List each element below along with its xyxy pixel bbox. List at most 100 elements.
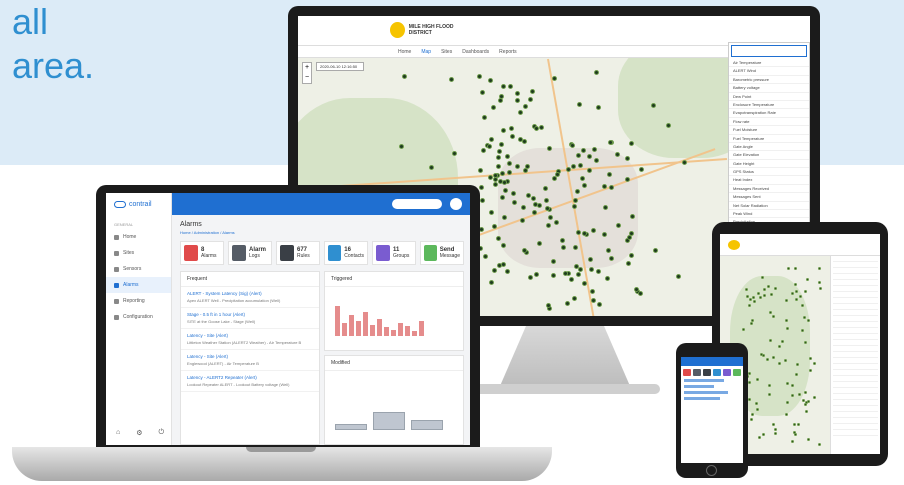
map-marker[interactable] <box>581 280 587 286</box>
map-marker[interactable] <box>794 297 798 301</box>
map-marker[interactable] <box>501 215 507 221</box>
map-marker[interactable] <box>749 418 753 422</box>
gear-icon[interactable] <box>703 369 711 376</box>
stat-tile[interactable]: 16 Contacts <box>324 241 368 265</box>
bell-icon[interactable] <box>683 369 691 376</box>
sidebar-item-reporting[interactable]: Reporting <box>106 293 171 309</box>
list-item[interactable] <box>833 430 878 436</box>
search-input[interactable] <box>392 199 442 209</box>
sidebar-logo[interactable]: contrail <box>106 193 171 216</box>
map-marker[interactable] <box>482 115 488 121</box>
map-marker[interactable] <box>492 267 498 273</box>
map-marker[interactable] <box>573 263 579 269</box>
map-marker[interactable] <box>571 296 577 302</box>
map-marker[interactable] <box>572 245 578 251</box>
dropdown-option[interactable]: Flow rate <box>729 118 809 127</box>
map-marker[interactable] <box>576 102 582 108</box>
map-marker[interactable] <box>608 255 614 261</box>
map-marker[interactable] <box>741 327 745 331</box>
map-marker[interactable] <box>759 352 763 356</box>
sidebar-item-alarms[interactable]: Alarms <box>106 277 171 293</box>
map-marker[interactable] <box>608 140 614 146</box>
map-marker[interactable] <box>575 229 581 235</box>
map-marker[interactable] <box>605 276 611 282</box>
dropdown-option[interactable]: Gate Height <box>729 160 809 169</box>
stat-tile[interactable]: 677 Rules <box>276 241 320 265</box>
map-marker[interactable] <box>514 90 520 96</box>
sidebar-item-sensors[interactable]: Sensors <box>106 261 171 277</box>
map-marker[interactable] <box>504 269 510 275</box>
map-marker[interactable] <box>624 177 630 183</box>
map-marker[interactable] <box>481 148 487 154</box>
map-marker[interactable] <box>798 294 802 298</box>
map-marker[interactable] <box>590 227 596 233</box>
dropdown-option[interactable]: Heat Index <box>729 176 809 185</box>
map-marker[interactable] <box>536 202 542 208</box>
list-item[interactable]: ALERT - System Latency (Sig) (Alert) Apex… <box>181 287 319 308</box>
map-marker[interactable] <box>754 401 758 405</box>
stat-tile[interactable]: Send Message <box>420 241 464 265</box>
map-marker[interactable] <box>499 142 505 148</box>
phone-list-item[interactable] <box>684 385 714 388</box>
map-marker[interactable] <box>525 192 531 198</box>
map-marker[interactable] <box>527 274 533 280</box>
map-marker[interactable] <box>448 76 454 82</box>
map-marker[interactable] <box>751 296 755 300</box>
map-marker[interactable] <box>515 97 521 103</box>
nav-home[interactable]: Home <box>398 49 411 55</box>
settings-icon[interactable]: ⚙ <box>136 429 142 437</box>
map-marker[interactable] <box>492 182 498 188</box>
map-marker[interactable] <box>479 198 485 204</box>
map-marker[interactable] <box>550 272 556 278</box>
map-marker[interactable] <box>586 167 592 173</box>
alarm-title[interactable]: Latency - Site (Alert) <box>187 333 313 338</box>
map-marker[interactable] <box>486 143 492 149</box>
map-marker[interactable] <box>596 269 602 275</box>
map-marker[interactable] <box>807 318 811 322</box>
map-marker[interactable] <box>762 433 766 437</box>
map-marker[interactable] <box>804 410 808 414</box>
map-marker[interactable] <box>533 125 539 131</box>
map-marker[interactable] <box>501 84 507 90</box>
map-marker[interactable] <box>787 266 791 270</box>
map-marker[interactable] <box>771 423 775 427</box>
map-marker[interactable] <box>792 423 796 427</box>
map-marker[interactable] <box>577 162 583 168</box>
map-marker[interactable] <box>628 253 634 259</box>
map-marker[interactable] <box>803 290 807 294</box>
map-marker[interactable] <box>559 237 565 243</box>
map-marker[interactable] <box>774 428 778 432</box>
map-marker[interactable] <box>800 303 804 307</box>
phone-list-item[interactable] <box>684 391 728 394</box>
map-marker[interactable] <box>451 150 457 156</box>
power-icon[interactable]: ⏻ <box>159 429 165 437</box>
map-marker[interactable] <box>650 102 656 108</box>
map-marker[interactable] <box>576 272 582 278</box>
map-marker[interactable] <box>624 156 630 162</box>
list-item[interactable]: Latency - Site (Alert) Englewood (ALERT) … <box>181 350 319 371</box>
map-marker[interactable] <box>564 300 570 306</box>
map-marker[interactable] <box>629 141 635 147</box>
map-marker[interactable] <box>590 298 596 304</box>
map-marker[interactable] <box>784 412 788 416</box>
map-marker[interactable] <box>817 280 821 284</box>
map-marker[interactable] <box>478 168 483 174</box>
map-marker[interactable] <box>497 98 503 104</box>
map-marker[interactable] <box>554 172 560 178</box>
map-marker[interactable] <box>790 383 794 387</box>
map-marker[interactable] <box>553 220 559 226</box>
map-marker[interactable] <box>488 136 494 142</box>
map-marker[interactable] <box>496 155 502 161</box>
map-marker[interactable] <box>521 248 527 254</box>
map-marker[interactable] <box>552 76 558 82</box>
dropdown-option[interactable]: Battery voltage <box>729 84 809 93</box>
map-marker[interactable] <box>489 279 495 285</box>
map-marker[interactable] <box>534 271 540 277</box>
map-marker[interactable] <box>545 303 551 309</box>
map-marker[interactable] <box>747 304 751 308</box>
list-item[interactable]: Latency - Site (Alert) Littleton Weather … <box>181 329 319 350</box>
map-marker[interactable] <box>747 380 751 384</box>
map-marker[interactable] <box>477 73 483 79</box>
nav-map[interactable]: Map <box>421 49 431 55</box>
map-marker[interactable] <box>756 377 760 381</box>
